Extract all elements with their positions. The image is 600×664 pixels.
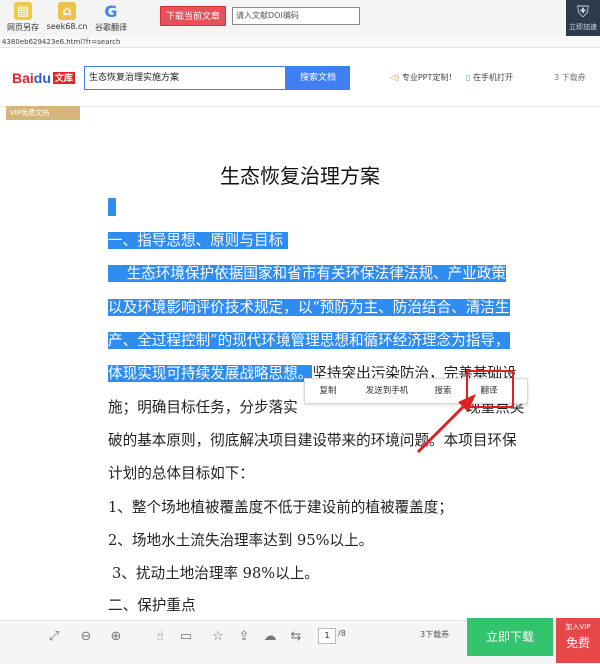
document-title: 生态恢复治理方案 [220,164,380,188]
phone-icon: ▯ [466,73,471,82]
zoom-in-icon[interactable]: ⊕ [106,627,126,647]
bookmark-label: 网页另存 [7,23,39,32]
search-button[interactable]: 搜索文档 [286,66,350,90]
swap-icon[interactable]: ⇆ [286,627,306,647]
logo-text: Bai [12,70,34,86]
heading-2: 二、保护重点 [108,597,196,614]
cloud-icon[interactable]: ☁ [260,627,280,647]
save-page-icon: ▤ [14,2,32,20]
bookmark-label: 谷歌翻译 [95,23,127,32]
search-input[interactable]: 生态恢复治理实施方案 [84,66,286,90]
goal-item: 2、场地水土流失治理率达到 95%以上。 [108,532,374,549]
accelerate-label: 立即加速 [569,23,597,31]
star-icon[interactable]: ☆ [208,627,228,647]
vip-join-label: 加入VIP [565,623,591,631]
para-line: 施；明确目标任务，分步落实 [108,399,298,416]
thumbs-up-icon[interactable]: ☝ [150,627,170,647]
selection-caret [108,198,116,216]
goal-item: 1、整个场地植被覆盖度不低于建设前的植被覆盖度； [108,499,453,516]
vip-free-badge: VIP免费文档 [6,106,80,120]
share-icon[interactable]: ⇪ [234,627,254,647]
para-line: 产、全过程控制”的现代环境管理思想和循环经济理念为指导， [108,332,510,349]
para-line: 以及环境影响评价技术规定，以“预防为主、防治结合、清洁生 [108,299,510,316]
google-g-icon: G [104,1,118,21]
url-text[interactable]: 4380eb629423e6.html?fr=search [0,36,600,48]
download-current-article-button[interactable]: 下载当前文章 [160,6,226,26]
heading-1: 一、指导思想、原则与目标 [108,229,288,250]
annotation-arrow [416,394,476,454]
bookmark-seek68[interactable]: ⌂ seek68.cn [44,2,90,31]
zoom-out-icon[interactable]: ⊖ [76,627,96,647]
accelerate-widget[interactable]: ⛨ 立即加速 [566,0,600,36]
goal-item: 3、扰动土地治理率 98%以上。 [112,565,319,582]
speaker-icon: ◁) [390,73,400,82]
free-label: 免费 [565,636,590,650]
bookmark-save-page[interactable]: ▤ 网页另存 [0,2,46,33]
page-number-input[interactable]: 1 [318,628,336,644]
comment-icon[interactable]: ▭ [176,627,196,647]
menu-copy[interactable]: 复制 [311,379,345,403]
baidu-wenku-logo[interactable]: Baidu 文库 [12,70,75,86]
fullscreen-icon[interactable]: ⤢ [44,627,64,647]
logo-wenku: 文库 [52,72,75,84]
logo-paw: du [33,70,51,86]
free-button[interactable]: 加入VIP 免费 [556,618,600,663]
doi-input[interactable]: 请入文献DOI编码 [232,7,360,25]
ppt-custom-label: 专业PPT定制！ [401,73,457,82]
open-on-phone-link[interactable]: ▯ 在手机打开 [466,72,513,83]
open-on-phone-label: 在手机打开 [472,73,513,82]
home-icon: ⌂ [58,2,76,20]
menu-send-to-phone[interactable]: 发送到手机 [355,379,419,403]
download-now-button[interactable]: 立即下载 [467,618,553,656]
download-count: 3 下载券 [554,73,586,82]
bookmark-google-translate[interactable]: G 谷歌翻译 [88,2,134,33]
download-count: 3下载券 [420,630,450,639]
bookmark-label: seek68.cn [46,22,88,31]
ppt-custom-link[interactable]: ◁) 专业PPT定制！ [390,72,456,83]
para-line: 生态环境保护依据国家和省市有关环保法律法规、产业政策 [108,262,507,283]
page-total: /8 [338,629,346,638]
shield-icon: ⛨ [576,2,589,21]
para-line: 计划的总体目标如下： [108,465,254,482]
